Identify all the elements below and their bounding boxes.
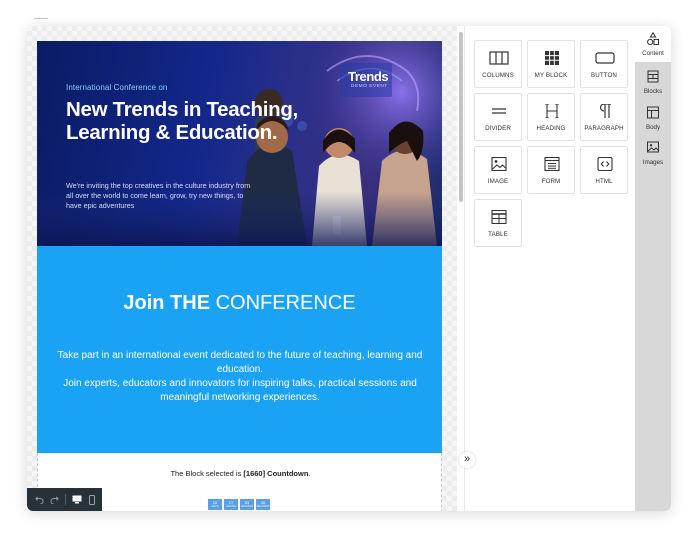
- tool-label: PARAGRAPH: [584, 125, 624, 132]
- tool-my-block[interactable]: MY BLOCK: [527, 40, 575, 88]
- hero-eyebrow: International Conference on: [66, 83, 168, 92]
- undo-button[interactable]: [33, 493, 45, 507]
- tool-paragraph[interactable]: PARAGRAPH: [580, 93, 628, 141]
- grid-icon: [545, 51, 559, 65]
- tool-image[interactable]: IMAGE: [474, 146, 522, 194]
- undo-icon: [34, 496, 43, 504]
- tab-content[interactable]: Content: [635, 26, 671, 62]
- countdown-days: 16 DAYS: [208, 499, 222, 510]
- canvas-scrollbar[interactable]: [457, 26, 464, 511]
- redo-icon: [50, 496, 59, 504]
- tool-html[interactable]: HTML: [580, 146, 628, 194]
- hero-description: We're inviting the top creatives in the …: [66, 181, 251, 210]
- tool-label: BUTTON: [591, 72, 617, 79]
- conference-title-light: CONFERENCE: [215, 292, 356, 314]
- bottom-toolbar: [27, 488, 102, 511]
- conference-title: Join THE CONFERENCE: [37, 292, 442, 315]
- blocks-icon: [647, 70, 659, 83]
- editor-canvas[interactable]: International Conference on New Trends i…: [27, 26, 457, 511]
- heading-icon: [545, 104, 559, 118]
- body-icon: [647, 106, 659, 119]
- desktop-icon: [72, 495, 82, 504]
- hero-title: New Trends in Teaching, Learning & Educa…: [66, 98, 298, 144]
- event-sign-subtitle: DEMO EVENT: [351, 84, 388, 89]
- toolbar-divider: [65, 494, 66, 505]
- double-chevron-icon: »: [463, 453, 471, 465]
- tool-button[interactable]: BUTTON: [580, 40, 628, 88]
- collapse-panel-button[interactable]: »: [459, 452, 475, 468]
- mobile-icon: [89, 494, 95, 505]
- tab-images[interactable]: Images: [635, 135, 671, 171]
- image-icon: [491, 157, 507, 171]
- tool-label: HTML: [595, 178, 613, 185]
- countdown-minutes: 53 MINUTES: [240, 499, 254, 510]
- tool-divider[interactable]: DIVIDER: [474, 93, 522, 141]
- redo-button[interactable]: [48, 493, 60, 507]
- tool-label: IMAGE: [487, 178, 509, 185]
- tool-label: DIVIDER: [485, 125, 511, 132]
- button-icon: [595, 52, 615, 64]
- table-icon: [491, 210, 507, 224]
- paragraph-icon: [599, 104, 611, 118]
- conference-description: Take part in an international event dedi…: [57, 350, 423, 403]
- conference-block[interactable]: Join THE CONFERENCE Take part in an inte…: [37, 246, 442, 453]
- tab-blocks[interactable]: Blocks: [635, 64, 671, 100]
- conference-title-bold: Join THE: [123, 292, 211, 314]
- countdown-hours: 17 HOURS: [224, 499, 238, 510]
- tool-label: HEADING: [536, 125, 566, 132]
- desktop-view-button[interactable]: [71, 493, 83, 507]
- event-sign-title: Trends: [348, 69, 389, 84]
- email-editor: International Conference on New Trends i…: [27, 26, 671, 511]
- tool-label: FORM: [541, 178, 561, 185]
- images-icon: [647, 141, 659, 153]
- tool-label: TABLE: [488, 231, 508, 238]
- tab-label: Blocks: [643, 88, 663, 95]
- message-block-id: [1660] Countdown: [243, 469, 309, 478]
- canvas-scrollbar-thumb[interactable]: [459, 32, 463, 202]
- tab-label: Body: [645, 124, 661, 131]
- content-tools-grid: COLUMNS MY BLOCK BUTTON DIVIDER HEADING …: [474, 40, 628, 247]
- email-preview: International Conference on New Trends i…: [37, 41, 442, 511]
- sidebar-tabs: Content Blocks Body Images: [635, 26, 671, 511]
- tool-table[interactable]: TABLE: [474, 199, 522, 247]
- countdown-timer: 16 DAYS 17 HOURS 53 MINUTES 40 SECONDS: [208, 499, 270, 510]
- countdown-seconds: 40 SECONDS: [256, 499, 270, 510]
- selected-block-message: The Block selected is [1660] Countdown.: [38, 469, 443, 478]
- message-suffix: .: [308, 469, 311, 478]
- top-edge-mark: [34, 18, 48, 21]
- tool-label: MY BLOCK: [534, 72, 568, 79]
- message-prefix: The Block selected is: [170, 469, 244, 478]
- tool-columns[interactable]: COLUMNS: [474, 40, 522, 88]
- mobile-view-button[interactable]: [86, 493, 98, 507]
- columns-icon: [489, 51, 509, 65]
- divider-icon: [492, 108, 506, 114]
- form-icon: [544, 157, 560, 171]
- tool-label: COLUMNS: [482, 72, 514, 79]
- shapes-icon: [647, 32, 659, 46]
- tools-panel: » COLUMNS MY BLOCK BUTTON DIVIDER HEADIN…: [459, 26, 635, 511]
- tab-label: Images: [642, 159, 664, 166]
- tab-body[interactable]: Body: [635, 100, 671, 136]
- tab-label: Content: [642, 50, 664, 57]
- tool-heading[interactable]: HEADING: [527, 93, 575, 141]
- tool-form[interactable]: FORM: [527, 146, 575, 194]
- hero-block[interactable]: International Conference on New Trends i…: [37, 41, 442, 246]
- code-icon: [597, 157, 613, 171]
